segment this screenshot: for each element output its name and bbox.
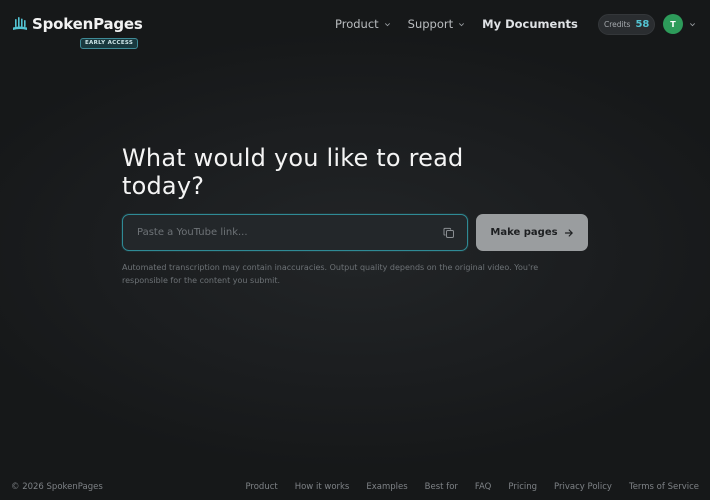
nav-support-label: Support	[407, 17, 454, 31]
arrow-right-icon	[564, 228, 573, 237]
youtube-link-input[interactable]	[137, 215, 427, 250]
footer-link-faq[interactable]: FAQ	[475, 482, 491, 492]
footer-link-privacy-policy[interactable]: Privacy Policy	[554, 482, 612, 492]
top-header: SpokenPages EARLY ACCESS Product Support…	[0, 0, 710, 50]
nav-product[interactable]: Product	[335, 17, 391, 31]
footer-link-product[interactable]: Product	[245, 482, 277, 492]
chevron-down-icon	[384, 22, 390, 26]
make-pages-button[interactable]: Make pages	[476, 214, 588, 251]
main-nav: Product Support My Documents	[335, 17, 595, 31]
credits-value: 58	[635, 19, 650, 30]
copyright-text: © 2026 SpokenPages	[11, 482, 103, 492]
footer-links: Product How it works Examples Best for F…	[228, 482, 699, 492]
user-avatar[interactable]: T	[663, 14, 683, 34]
footer-link-pricing[interactable]: Pricing	[508, 482, 537, 492]
footer-link-best-for[interactable]: Best for	[425, 482, 458, 492]
transcription-disclaimer: Automated transcription may contain inac…	[122, 263, 539, 285]
nav-my-documents[interactable]: My Documents	[482, 17, 578, 31]
clipboard-icon[interactable]	[443, 227, 455, 239]
footer-link-examples[interactable]: Examples	[366, 482, 407, 492]
footer-link-terms-of-service[interactable]: Terms of Service	[629, 482, 699, 492]
credits-pill[interactable]: Credits 58	[598, 14, 656, 35]
brand-logo[interactable]: SpokenPages	[12, 15, 143, 33]
make-pages-label: Make pages	[490, 227, 558, 238]
account-chevron-down-icon[interactable]	[689, 21, 696, 28]
credits-label: Credits	[604, 20, 631, 29]
nav-support[interactable]: Support	[408, 17, 465, 31]
page-footer: © 2026 SpokenPages Product How it works …	[0, 480, 710, 496]
nav-product-label: Product	[335, 17, 379, 31]
early-access-badge: EARLY ACCESS	[80, 38, 139, 49]
youtube-link-field	[122, 214, 468, 251]
waveform-book-icon	[13, 17, 27, 30]
page-headline: What would you like to read today?	[122, 144, 464, 200]
nav-my-documents-label: My Documents	[482, 17, 578, 31]
brand-name: SpokenPages	[32, 15, 143, 33]
chevron-down-icon	[459, 22, 465, 26]
footer-link-how-it-works[interactable]: How it works	[295, 482, 350, 492]
